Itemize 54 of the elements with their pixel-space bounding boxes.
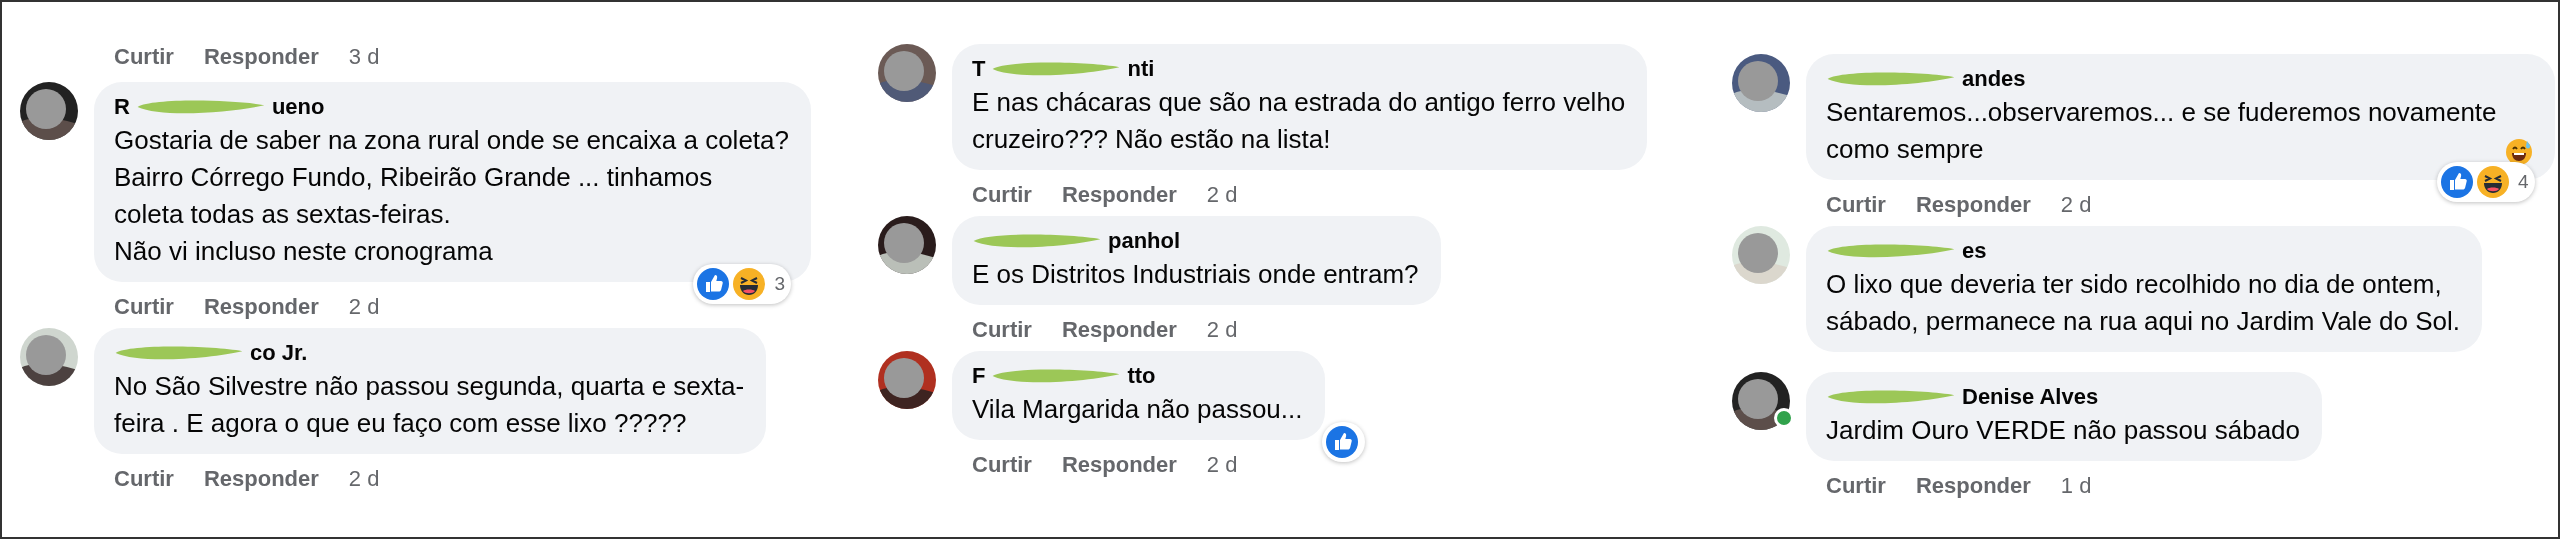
commenter-name[interactable]: F (972, 363, 986, 389)
like-icon (1324, 425, 1359, 459)
like-link[interactable]: Curtir (1826, 192, 1886, 218)
commenter-name[interactable]: panhol (1108, 228, 1181, 254)
comment-time: 2 d (1206, 317, 1238, 343)
avatar[interactable] (878, 216, 936, 274)
commenter-name[interactable]: T (972, 56, 986, 82)
like-link[interactable]: Curtir (114, 44, 174, 70)
reply-link[interactable]: Responder (1915, 473, 2031, 499)
comment-time: 1 d (2060, 473, 2092, 499)
commenter-name[interactable]: nti (1127, 56, 1155, 82)
avatar[interactable] (878, 351, 936, 409)
like-link[interactable]: Curtir (972, 182, 1032, 208)
comment-time: 3 d (348, 44, 380, 70)
avatar[interactable] (878, 44, 936, 102)
reaction-summary[interactable] (1321, 422, 1365, 462)
like-icon (696, 267, 731, 301)
reply-link[interactable]: Responder (1915, 192, 2031, 218)
commenter-name[interactable]: es (1962, 238, 1987, 264)
reply-link[interactable]: Responder (203, 44, 319, 70)
like-link[interactable]: Curtir (114, 294, 174, 320)
commenter-name[interactable]: R (114, 94, 130, 120)
reply-link[interactable]: Responder (1061, 452, 1177, 478)
comment-text: Vila Margarida não passou... (972, 393, 1303, 426)
like-link[interactable]: Curtir (114, 466, 174, 492)
comment-text: E os Distritos Industriais onde entram? (972, 258, 1419, 291)
commenter-name[interactable]: andes (1962, 66, 2026, 92)
commenter-name[interactable]: Denise Alves (1962, 384, 2099, 410)
reply-link[interactable]: Responder (1061, 182, 1177, 208)
avatar[interactable] (20, 328, 78, 386)
like-link[interactable]: Curtir (972, 317, 1032, 343)
avatar[interactable] (20, 82, 78, 140)
like-link[interactable]: Curtir (972, 452, 1032, 478)
reply-link[interactable]: Responder (203, 294, 319, 320)
avatar[interactable] (1732, 54, 1790, 112)
comment-text: Jardim Ouro VERDE não passou sábado (1826, 414, 2301, 447)
comment-time: 2 d (348, 466, 380, 492)
avatar[interactable] (1732, 372, 1790, 430)
commenter-name[interactable]: ueno (271, 94, 325, 120)
comment-text: E nas chácaras que são na estrada do antigo ferro velho cruzeiro??? Não estão na lista! (972, 86, 1626, 156)
comment-text: O lixo que deveria ter sido recolhido no dia de ontem, sábado, permanece na rua aqui no Jardim Vale do Sol. (1826, 268, 2461, 338)
comment-time: 2 d (2060, 192, 2092, 218)
like-link[interactable]: Curtir (1826, 473, 1886, 499)
reply-link[interactable]: Responder (1061, 317, 1177, 343)
reaction-summary[interactable]: 3 (693, 264, 791, 304)
comment-time: 2 d (1206, 182, 1238, 208)
reply-link[interactable]: Responder (203, 466, 319, 492)
commenter-name[interactable]: tto (1127, 363, 1156, 389)
comment-time: 2 d (1206, 452, 1238, 478)
comment-text: No São Silvestre não passou segunda, quarta e sexta- feira . E agora o que eu faço com esse lixo ????? (114, 370, 745, 440)
comment-time: 2 d (348, 294, 380, 320)
commenter-name[interactable]: co Jr. (250, 340, 308, 366)
reaction-summary[interactable]: 4 (2437, 162, 2535, 202)
like-icon (2440, 165, 2474, 199)
